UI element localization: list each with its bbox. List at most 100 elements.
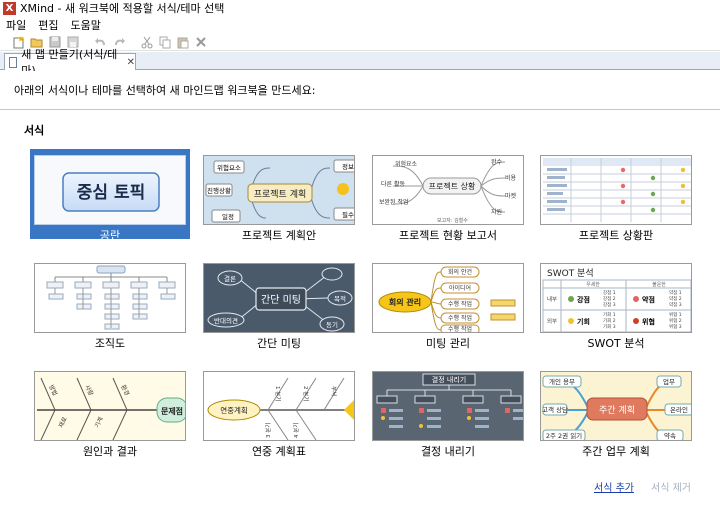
- svg-text:수행 작업: 수행 작업: [448, 325, 472, 333]
- svg-text:3 분기: 3 분기: [264, 423, 272, 438]
- svg-text:내부: 내부: [547, 295, 557, 303]
- divider: [0, 109, 720, 110]
- center-topic: 프로젝트 상황: [429, 181, 476, 191]
- template-thumbnail: 주간 계획 개인 용무 고객 상담 2주 2권 읽기 업무 온라인 약속: [540, 371, 692, 441]
- template-caption: 프로젝트 상황판: [578, 229, 654, 242]
- template-meeting-management[interactable]: 회의 관리 회의 안건 아이디어 수행 작업 수행 작업 수행 작업 미팅 관리: [368, 257, 528, 350]
- svg-text:위험요소: 위험요소: [217, 164, 241, 172]
- template-caption: 간단 미팅: [257, 337, 301, 350]
- template-cause-and-effect[interactable]: 문제점 방법 사람 환경 측정 재료 기계 원인과 결과: [30, 365, 190, 458]
- template-thumbnail: [34, 263, 186, 333]
- title-bar: X XMind - 새 워크북에 적용할 서식/테마 선택: [0, 0, 720, 16]
- template-project-dashboard[interactable]: 프로젝트 상황판: [536, 149, 696, 242]
- svg-text:외부: 외부: [547, 318, 557, 325]
- svg-text:아이디어: 아이디어: [449, 284, 471, 292]
- svg-text:불운한: 불운한: [652, 281, 666, 288]
- svg-text:회의 안건: 회의 안건: [448, 268, 472, 276]
- template-decision-making[interactable]: 결정 내리기 결정 내리기: [368, 365, 528, 458]
- template-caption: 조직도: [94, 337, 126, 350]
- svg-text:강점 3: 강점 3: [603, 301, 616, 308]
- svg-text:완수: 완수: [491, 158, 503, 166]
- svg-text:약속: 약속: [664, 431, 676, 440]
- svg-text:정보: 정보: [342, 162, 354, 171]
- svg-text:약점 2: 약점 2: [669, 295, 682, 302]
- delete-icon[interactable]: [194, 35, 208, 49]
- template-thumbnail: 결정 내리기: [372, 371, 524, 441]
- svg-text:진행상황: 진행상황: [207, 186, 231, 195]
- close-icon[interactable]: ✕: [127, 57, 135, 68]
- xmind-logo-icon: X: [3, 1, 16, 15]
- template-caption: SWOT 분석: [587, 337, 645, 350]
- template-chooser: 아래의 서식이나 테마를 선택하여 새 마인드맵 워크북을 만드세요: 서식 중…: [0, 71, 720, 511]
- svg-text:위협: 위협: [642, 317, 655, 326]
- template-thumbnail: 프로젝트 상황 위험요소 다른 활동 보완된 작업 완수 비용 마켓 자원 보고…: [372, 155, 524, 225]
- svg-text:반대의견: 반대의견: [214, 316, 238, 325]
- svg-text:약점 1: 약점 1: [669, 289, 682, 296]
- svg-text:개인 용무: 개인 용무: [549, 377, 575, 386]
- instruction-text: 아래의 서식이나 테마를 선택하여 새 마인드맵 워크북을 만드세요:: [14, 84, 316, 97]
- window-title: XMind - 새 워크북에 적용할 서식/테마 선택: [20, 2, 225, 15]
- center-topic: 결정 내리기: [432, 375, 466, 384]
- document-icon: [9, 56, 18, 68]
- center-topic: 주간 계획: [599, 404, 635, 416]
- menu-help[interactable]: 도움말: [71, 17, 101, 33]
- paste-icon[interactable]: [176, 35, 190, 49]
- center-topic: 프로젝트 계획: [254, 188, 307, 200]
- svg-text:자원: 자원: [491, 208, 502, 216]
- template-thumbnail: 회의 관리 회의 안건 아이디어 수행 작업 수행 작업 수행 작업: [372, 263, 524, 333]
- svg-text:1 분기: 1 분기: [274, 386, 282, 401]
- template-project-plan[interactable]: 프로젝트 계획 위험요소 진행상황 일정 정보 필수 프로젝트 계획안: [199, 149, 359, 242]
- template-thumbnail: SWOT 분석 우세한 불운한 내부 외부 강점 약점 기회 위협 강점 1 강점…: [540, 263, 692, 333]
- svg-text:동기: 동기: [326, 320, 338, 329]
- add-template-link[interactable]: 서식 추가: [594, 479, 634, 494]
- center-topic: 연중계획: [220, 405, 248, 415]
- template-caption: 원인과 결과: [82, 445, 138, 458]
- delete-template-link[interactable]: 서식 제거: [651, 479, 691, 494]
- svg-text:강점 1: 강점 1: [603, 289, 616, 296]
- template-caption: 주간 업무 계획: [582, 445, 650, 458]
- tab-new-map[interactable]: 새 맵 만들기(서식/테마) ✕: [4, 48, 136, 77]
- template-caption: 프로젝트 현황 보고서: [398, 229, 498, 242]
- template-caption: 연중 계획표: [251, 445, 307, 458]
- svg-text:위험요소: 위험요소: [395, 160, 418, 168]
- center-topic: 중심 토픽: [77, 183, 145, 203]
- svg-text:수행 작업: 수행 작업: [448, 314, 472, 322]
- template-swot-analysis[interactable]: SWOT 분석 우세한 불운한 내부 외부 강점 약점 기회 위협 강점 1 강점…: [536, 257, 696, 350]
- svg-text:강점 2: 강점 2: [603, 295, 616, 302]
- template-org-chart[interactable]: 조직도: [30, 257, 190, 350]
- template-caption: 공란: [99, 229, 121, 242]
- template-caption: 미팅 관리: [426, 337, 470, 350]
- template-weekly-plan[interactable]: 주간 계획 개인 용무 고객 상담 2주 2권 읽기 업무 온라인 약속 주간 …: [536, 365, 696, 458]
- svg-text:우세한: 우세한: [586, 281, 600, 288]
- center-topic: 간단 미팅: [261, 294, 301, 306]
- menu-file[interactable]: 파일: [6, 17, 26, 33]
- svg-text:기회 1: 기회 1: [603, 311, 616, 318]
- center-topic: 문제점: [161, 406, 183, 416]
- svg-text:보완된 작업: 보완된 작업: [379, 198, 409, 206]
- svg-text:4 분기: 4 분기: [292, 423, 300, 438]
- template-annual-plan[interactable]: 연중계획 1 분기 2 분기 3 분기 4 분기 부서 연중 계획표: [199, 365, 359, 458]
- svg-text:수행 작업: 수행 작업: [448, 300, 472, 308]
- section-label: 서식: [24, 124, 45, 137]
- svg-text:부서: 부서: [330, 386, 338, 396]
- template-thumbnail: [540, 155, 692, 225]
- svg-text:업무: 업무: [663, 378, 675, 386]
- svg-text:위협 2: 위협 2: [669, 317, 682, 324]
- center-topic: SWOT 분석: [547, 268, 594, 279]
- svg-text:다른 활동: 다른 활동: [381, 180, 405, 188]
- template-caption: 결정 내리기: [420, 445, 476, 458]
- svg-text:기회 3: 기회 3: [603, 323, 616, 330]
- svg-text:일정: 일정: [222, 212, 234, 221]
- svg-text:2 분기: 2 분기: [302, 386, 310, 401]
- svg-text:기회 2: 기회 2: [603, 317, 616, 324]
- copy-icon[interactable]: [158, 35, 172, 49]
- cut-icon[interactable]: [140, 35, 154, 49]
- template-project-status-report[interactable]: 프로젝트 상황 위험요소 다른 활동 보완된 작업 완수 비용 마켓 자원 보고…: [368, 149, 528, 242]
- menu-edit[interactable]: 편집: [38, 17, 58, 33]
- svg-text:위협 1: 위협 1: [669, 311, 682, 318]
- svg-text:고객 상담: 고객 상담: [542, 405, 568, 414]
- template-thumbnail: 문제점 방법 사람 환경 측정 재료 기계: [34, 371, 186, 441]
- svg-text:강점: 강점: [577, 295, 590, 304]
- template-blank[interactable]: 중심 토픽 공란: [30, 149, 190, 242]
- template-simple-meeting[interactable]: 간단 미팅 결론 반대의견 목적 동기 간단 미팅: [199, 257, 359, 350]
